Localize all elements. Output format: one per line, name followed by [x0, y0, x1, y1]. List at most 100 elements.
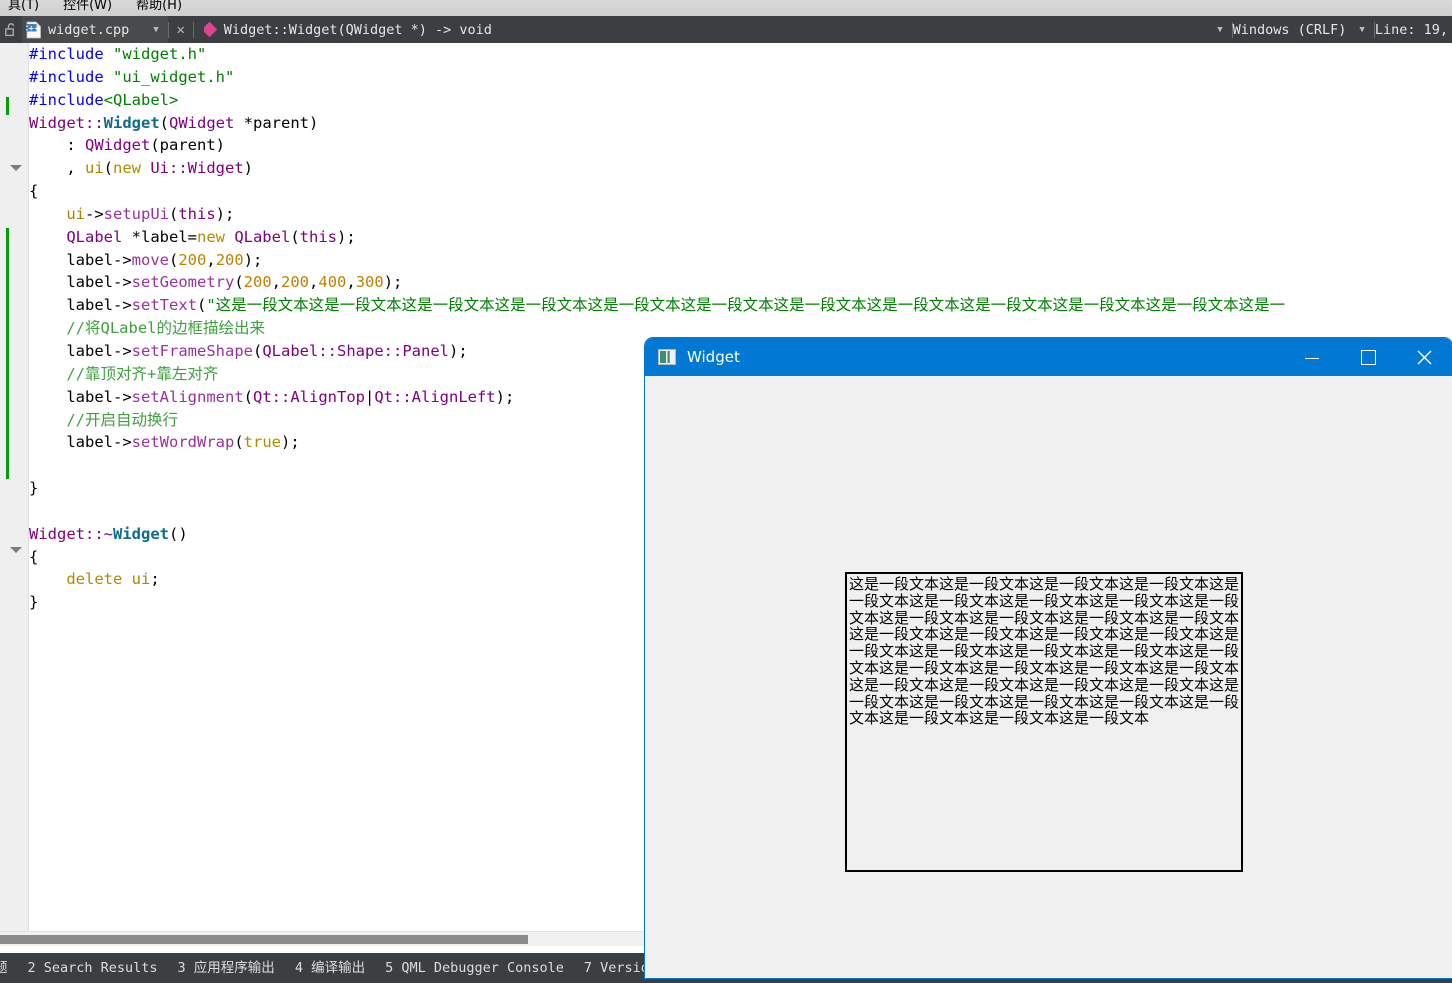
code-token: ;	[150, 570, 160, 589]
minimize-button[interactable]	[1284, 338, 1340, 376]
close-icon[interactable]: ✕	[169, 22, 193, 38]
code-token: );	[495, 387, 515, 406]
code-token: ->	[85, 204, 104, 223]
menu-item-tools[interactable]: 具(T)	[0, 0, 51, 16]
app-window: 具(T) 控件(W) 帮助(H) C++ widget.cpp ▼	[0, 0, 1452, 983]
code-token: setFrameShape	[131, 341, 253, 360]
code-token: setAlignment	[131, 387, 244, 406]
code-token: QWidget	[169, 113, 235, 132]
code-token: );	[383, 273, 403, 292]
code-token: (	[197, 296, 207, 315]
editor-gutter[interactable]	[0, 43, 29, 931]
code-line: #include "ui_widget.h"	[29, 66, 1452, 89]
menu-item-help[interactable]: 帮助(H)	[124, 0, 194, 16]
code-token: new	[196, 227, 235, 246]
file-tab-widget-cpp[interactable]: C++ widget.cpp ▼	[22, 16, 168, 43]
code-line: ui->setupUi(this);	[29, 203, 1452, 226]
code-token: "widget.h"	[113, 45, 207, 63]
code-token: );	[243, 250, 263, 269]
code-token: ,	[271, 273, 282, 292]
code-token: ()	[169, 524, 188, 543]
code-token: );	[215, 204, 235, 223]
code-token: label	[66, 296, 113, 315]
code-token: ->	[113, 296, 132, 315]
close-button[interactable]	[1396, 338, 1452, 376]
code-token: //靠顶对齐+靠左对齐	[66, 364, 219, 383]
code-token: #include	[29, 67, 113, 86]
code-token: this	[178, 204, 216, 223]
qt-app-icon	[658, 349, 676, 365]
code-line: label->setGeometry(200,200,400,300);	[29, 271, 1452, 294]
code-token: ,	[309, 273, 319, 292]
code-token: Widget	[103, 113, 160, 132]
tab-separator	[192, 21, 194, 38]
code-token: 200	[281, 273, 310, 292]
editor-status-right: ▼ Windows (CRLF) ▼ Line: 19,	[1208, 21, 1452, 38]
menu-bar-items: 具(T) 控件(W) 帮助(H)	[0, 0, 194, 16]
code-token: ->	[113, 387, 132, 406]
code-token: )	[243, 159, 254, 178]
code-token: (	[103, 159, 114, 178]
close-icon	[1417, 350, 1432, 365]
method-diamond-icon	[203, 21, 217, 38]
code-token: (	[159, 113, 169, 132]
code-token: )	[308, 113, 319, 132]
code-token: *label=	[122, 227, 197, 246]
menu-item-widgets[interactable]: 控件(W)	[51, 0, 124, 16]
code-token: setupUi	[103, 204, 169, 223]
qt-widget-window[interactable]: Widget 这是一段文本这是一段文本这是一段文本这是一段文本这是一段文本这是一…	[645, 338, 1452, 978]
panel-tab[interactable]: 2 Search Results	[18, 953, 168, 983]
code-token: (	[234, 273, 244, 292]
panel-tab[interactable]: 题	[0, 953, 18, 983]
panel-tab[interactable]: 4 编译输出	[285, 953, 375, 983]
panel-tab[interactable]: 3 应用程序输出	[168, 953, 285, 983]
code-token: 400	[318, 273, 347, 292]
line-ending-label[interactable]: Windows (CRLF)	[1233, 22, 1351, 38]
code-line: label->move(200,200);	[29, 249, 1452, 272]
code-line: QLabel *label=new QLabel(this);	[29, 226, 1452, 249]
code-token: {	[29, 547, 39, 566]
code-token: Widget	[113, 524, 169, 543]
chevron-down-icon[interactable]: ▼	[1350, 25, 1373, 35]
scrollbar-thumb[interactable]	[0, 935, 528, 944]
code-token: //将QLabel的边框描绘出来	[66, 319, 265, 338]
code-token: true	[243, 433, 281, 452]
code-token: ->	[113, 250, 132, 269]
code-token: QLabel::Shape::Panel	[262, 341, 449, 360]
maximize-icon	[1360, 349, 1376, 365]
fold-marker-destructor[interactable]	[10, 547, 22, 553]
code-token: (	[169, 204, 179, 223]
qlabel-frame: 这是一段文本这是一段文本这是一段文本这是一段文本这是一段文本这是一段文本这是一段…	[845, 572, 1243, 872]
code-token: (parent)	[150, 136, 225, 155]
cursor-position-label[interactable]: Line: 19,	[1375, 22, 1452, 38]
chevron-down-icon[interactable]: ▼	[153, 25, 158, 35]
fold-marker-constructor[interactable]	[10, 165, 22, 171]
svg-text:C++: C++	[26, 24, 40, 32]
minimize-icon	[1305, 358, 1319, 359]
code-line: //将QLabel的边框描绘出来	[29, 317, 1452, 340]
code-line: label->setText("这是一段文本这是一段文本这是一段文本这是一段文本…	[29, 294, 1452, 317]
code-line: {	[29, 180, 1452, 203]
code-line: Widget::Widget(QWidget *parent)	[29, 112, 1452, 135]
code-line: #include "widget.h"	[29, 43, 1452, 66]
change-bar	[6, 97, 9, 115]
code-token: 200	[215, 250, 244, 269]
maximize-button[interactable]	[1340, 338, 1396, 376]
code-token: 200	[178, 250, 207, 269]
current-symbol-selector[interactable]: Widget::Widget(QWidget *) -> void	[203, 21, 1209, 38]
code-token: Qt::AlignLeft	[374, 387, 496, 406]
window-title-bar[interactable]: Widget	[645, 338, 1452, 376]
code-line: : QWidget(parent)	[29, 134, 1452, 157]
change-bar	[6, 228, 9, 479]
code-token: );	[336, 227, 356, 246]
code-token: ,	[346, 273, 356, 292]
qlabel-text: 这是一段文本这是一段文本这是一段文本这是一段文本这是一段文本这是一段文本这是一段…	[849, 575, 1240, 728]
code-token: |	[364, 387, 375, 406]
code-token: ->	[113, 433, 132, 452]
code-token: }	[29, 479, 39, 498]
panel-tab[interactable]: 5 QML Debugger Console	[375, 953, 574, 983]
chevron-down-icon[interactable]: ▼	[1208, 25, 1231, 35]
code-token: (	[234, 433, 244, 452]
lock-open-icon[interactable]	[2, 16, 22, 43]
code-token: <QLabel>	[103, 90, 179, 109]
